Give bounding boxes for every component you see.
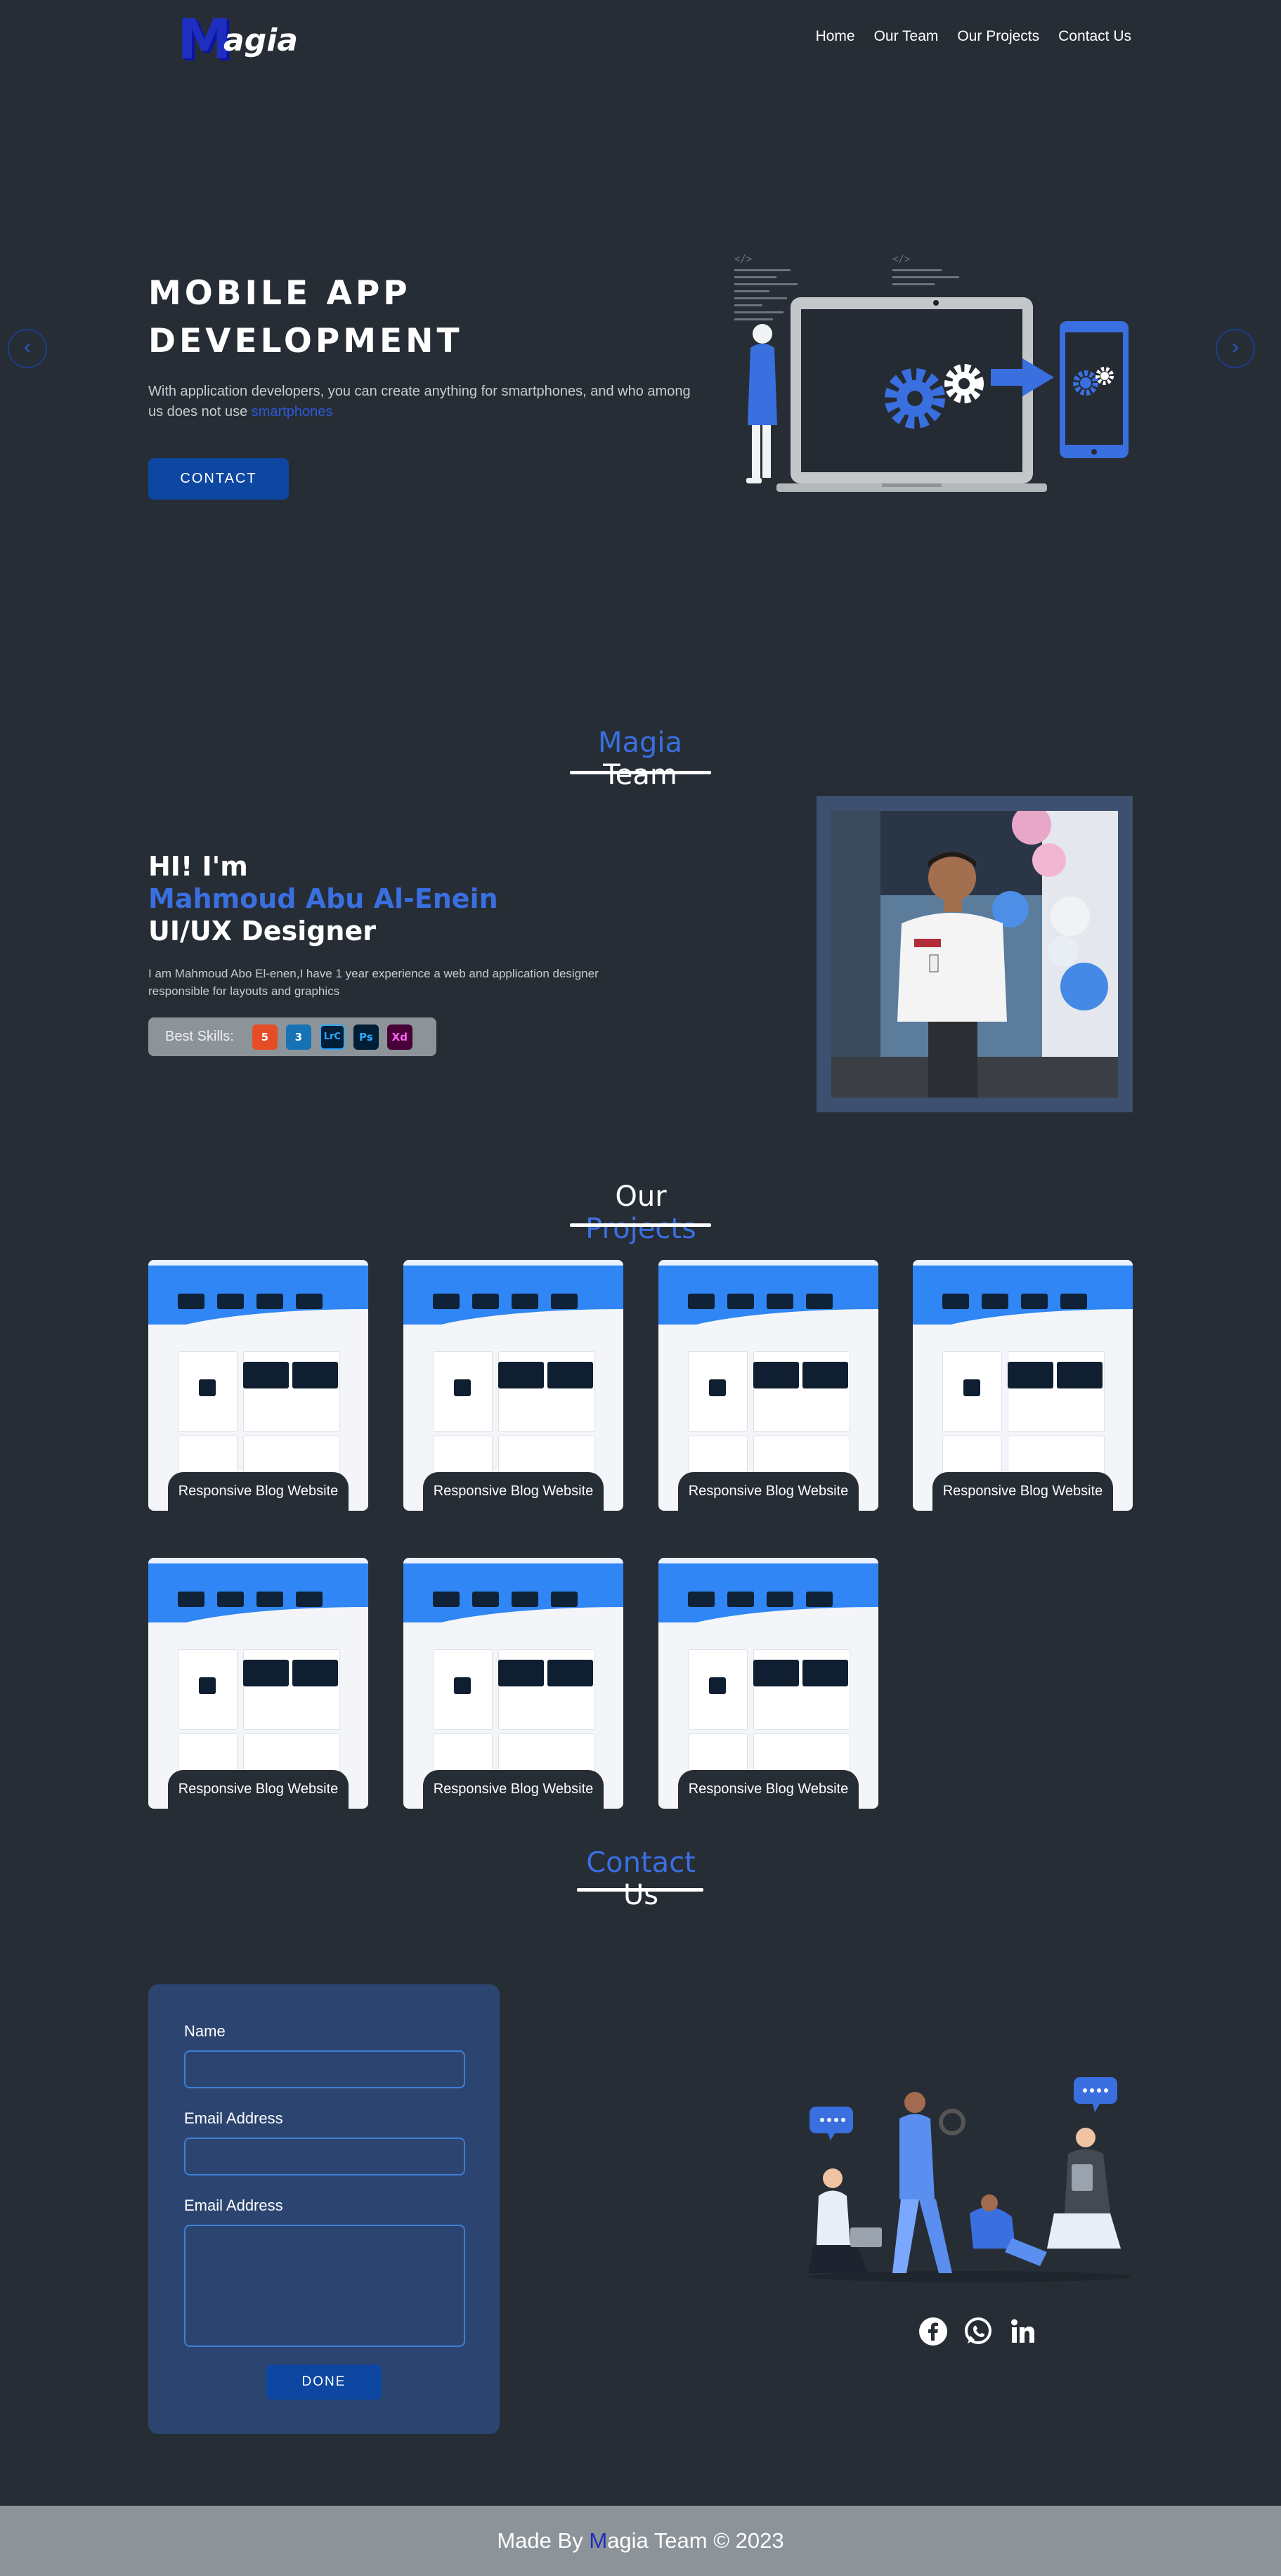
carousel-next-button[interactable]: ›	[1216, 329, 1255, 368]
facebook-icon	[919, 2317, 947, 2346]
projects-title-underline	[570, 1223, 711, 1227]
hero-description: With application developers, you can cre…	[148, 382, 696, 422]
project-card[interactable]: Responsive Blog Website	[658, 1558, 878, 1809]
project-card-title: Responsive Blog Website	[423, 1770, 604, 1809]
top-navbar: M agia Home Our Team Our Projects Contac…	[0, 0, 1281, 77]
project-card[interactable]: Responsive Blog Website	[403, 1558, 623, 1809]
lightroom-icon: LrC	[319, 1024, 345, 1050]
name-label: Name	[184, 2022, 226, 2040]
facebook-link[interactable]	[918, 2316, 949, 2347]
linkedin-link[interactable]	[1008, 2316, 1039, 2347]
projects-title-white: Our	[615, 1180, 667, 1213]
project-card-title: Responsive Blog Website	[932, 1472, 1113, 1511]
whatsapp-icon	[965, 2317, 991, 2344]
linkedin-icon	[1011, 2319, 1034, 2343]
team-title-underline	[570, 771, 711, 774]
nav-link-our-team[interactable]: Our Team	[874, 28, 939, 45]
svg-text:</>: </>	[734, 254, 752, 265]
message-textarea[interactable]	[184, 2225, 465, 2347]
done-button[interactable]: DONE	[266, 2364, 382, 2400]
team-intro: HI! I'm Mahmoud Abu Al-Enein UI/UX Desig…	[148, 850, 498, 947]
hero-contact-button[interactable]: CONTACT	[148, 458, 289, 500]
project-card-title: Responsive Blog Website	[168, 1770, 349, 1809]
carousel-prev-button[interactable]: ‹	[8, 329, 47, 368]
project-card-title: Responsive Blog Website	[678, 1472, 859, 1511]
contact-title-white: Us	[623, 1879, 659, 1911]
hero-description-highlight: smartphones	[251, 404, 333, 419]
contact-title-blue: Contact	[586, 1847, 696, 1879]
project-card[interactable]: Responsive Blog Website	[658, 1260, 878, 1511]
team-title-white: Team	[603, 759, 677, 791]
team-member-photo	[831, 811, 1118, 1098]
nav-link-home[interactable]: Home	[816, 28, 855, 45]
team-illustration	[808, 2077, 1131, 2282]
project-card[interactable]: Responsive Blog Website	[148, 1558, 368, 1809]
nav-links: Home Our Team Our Projects Contact Us	[816, 28, 1131, 45]
hero-title: MOBILE APP DEVELOPMENT	[148, 270, 463, 365]
contact-section-title: Contact Us	[576, 1847, 706, 1911]
name-input[interactable]	[184, 2050, 465, 2088]
footer-logo-m: M	[589, 2528, 608, 2553]
css3-icon: 3	[285, 1024, 311, 1050]
photoshop-icon: Ps	[353, 1024, 379, 1050]
message-label: Email Address	[184, 2197, 283, 2214]
project-card-title: Responsive Blog Website	[423, 1472, 604, 1511]
chevron-right-icon: ›	[1232, 335, 1239, 358]
team-greeting: HI! I'm	[148, 851, 248, 882]
email-input[interactable]	[184, 2138, 465, 2175]
skills-bar: Best Skills: 5 3 LrC Ps Xd	[148, 1017, 436, 1056]
hero-title-line2: DEVELOPMENT	[148, 322, 463, 360]
logo-text: agia	[223, 22, 298, 58]
hero-description-text: With application developers, you can cre…	[148, 384, 691, 419]
footer: Made By M agia Team © 2023	[0, 2506, 1281, 2576]
team-member-role: UI/UX Designer	[148, 916, 376, 947]
project-card-title: Responsive Blog Website	[678, 1770, 859, 1809]
social-links	[918, 2316, 1039, 2347]
projects-title-blue: Projects	[585, 1213, 696, 1245]
nav-link-contact-us[interactable]: Contact Us	[1058, 28, 1131, 45]
footer-text-after: agia Team © 2023	[607, 2528, 784, 2553]
team-section-title: Magia Team	[570, 727, 710, 791]
projects-section-title: Our Projects	[563, 1180, 719, 1245]
project-card[interactable]: Responsive Blog Website	[403, 1260, 623, 1511]
html5-icon: 5	[252, 1024, 278, 1050]
hero-illustration: </> </>	[734, 254, 1129, 492]
team-member-description: I am Mahmoud Abo El-enen,I have 1 year e…	[148, 967, 599, 998]
project-card[interactable]: Responsive Blog Website	[913, 1260, 1133, 1511]
chevron-left-icon: ‹	[24, 335, 31, 358]
skills-label: Best Skills:	[165, 1029, 234, 1044]
team-member-name: Mahmoud Abu Al-Enein	[148, 883, 498, 914]
whatsapp-link[interactable]	[963, 2316, 994, 2347]
nav-link-our-projects[interactable]: Our Projects	[957, 28, 1039, 45]
project-card-title: Responsive Blog Website	[168, 1472, 349, 1511]
contact-title-underline	[577, 1888, 703, 1892]
project-card[interactable]: Responsive Blog Website	[148, 1260, 368, 1511]
xd-icon: Xd	[386, 1024, 412, 1050]
email-label: Email Address	[184, 2109, 283, 2127]
hero-title-line1: MOBILE APP	[148, 274, 411, 313]
site-logo[interactable]: M agia	[177, 8, 304, 72]
svg-text:</>: </>	[892, 254, 910, 265]
footer-text-before: Made By	[497, 2528, 590, 2553]
team-title-blue: Magia	[597, 727, 683, 759]
